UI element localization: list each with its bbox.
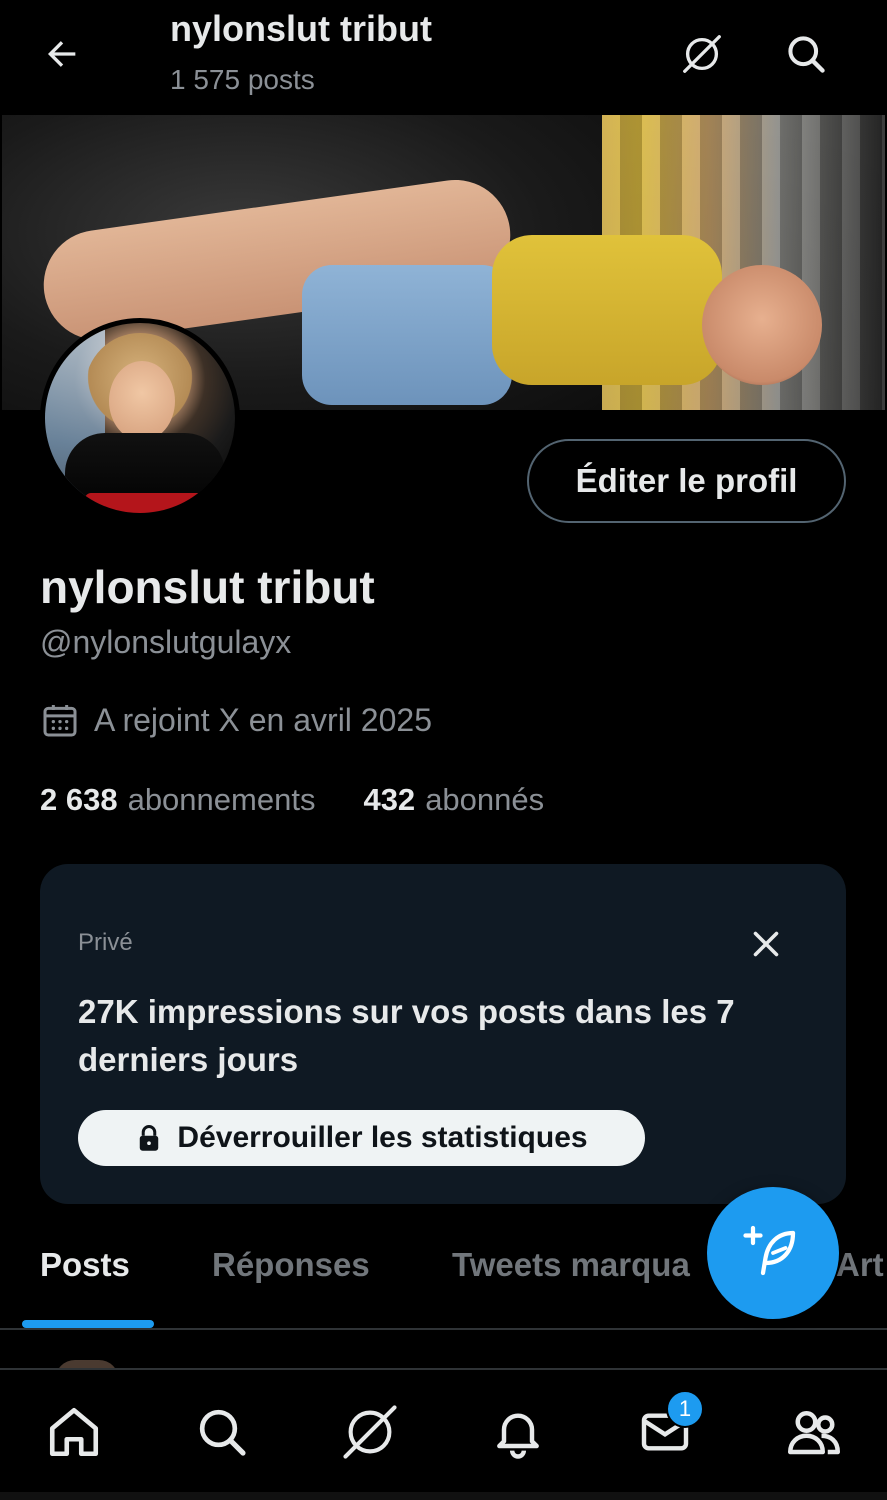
private-stats-card: Privé 27K impressions sur vos posts dans… xyxy=(40,864,846,1204)
followers-count: 432 xyxy=(363,782,416,817)
stats-card-close-button[interactable] xyxy=(740,918,792,970)
nav-grok[interactable] xyxy=(338,1400,402,1464)
nav-communities[interactable] xyxy=(782,1400,846,1464)
header-title: nylonslut tribut xyxy=(170,8,432,49)
avatar-photo-face xyxy=(109,361,175,441)
feed-preview xyxy=(0,1332,887,1380)
join-date-text: A rejoint X en avril 2025 xyxy=(94,701,432,738)
tab-articles[interactable]: Art xyxy=(836,1246,884,1284)
header-post-count: 1 575 posts xyxy=(170,64,315,95)
unlock-stats-label: Déverrouiller les statistiques xyxy=(177,1121,588,1154)
following-label: abonnements xyxy=(127,782,316,817)
home-icon xyxy=(49,1407,99,1457)
following-count: 2 638 xyxy=(40,782,118,817)
grok-button[interactable] xyxy=(676,28,728,80)
handle: @nylonslutgulayx xyxy=(40,624,292,660)
back-button[interactable] xyxy=(38,30,86,78)
nav-notifications[interactable] xyxy=(486,1400,550,1464)
grok-icon xyxy=(343,1405,397,1459)
stats-card-label: Privé xyxy=(78,929,133,956)
avatar[interactable] xyxy=(40,318,240,518)
followers-label: abonnés xyxy=(425,782,545,817)
join-date: A rejoint X en avril 2025 xyxy=(40,700,432,740)
banner-photo-figure-shirt xyxy=(492,235,722,385)
avatar-photo-belt xyxy=(85,493,205,513)
banner-photo-figure-skirt xyxy=(302,265,512,405)
compose-post-button[interactable] xyxy=(707,1187,839,1319)
bell-icon xyxy=(497,1413,539,1459)
search-icon xyxy=(788,36,825,73)
tab-highlights[interactable]: Tweets marqua xyxy=(452,1246,690,1284)
search-button[interactable] xyxy=(780,28,832,80)
bottom-navigation: 1 xyxy=(0,1368,887,1500)
close-icon xyxy=(753,931,779,957)
follow-stats: 2 638 abonnements 432 abonnés xyxy=(40,782,544,818)
grok-icon xyxy=(683,35,721,73)
calendar-icon xyxy=(43,705,77,737)
system-gesture-bar xyxy=(0,1492,887,1500)
following-link[interactable]: 2 638 abonnements xyxy=(40,782,315,818)
messages-badge: 1 xyxy=(666,1390,704,1428)
display-name: nylonslut tribut xyxy=(40,561,375,613)
arrow-left-icon xyxy=(48,41,76,67)
nav-search[interactable] xyxy=(190,1400,254,1464)
communities-icon xyxy=(788,1411,840,1455)
impressions-text: 27K impressions sur vos posts dans les 7… xyxy=(78,993,735,1078)
lock-icon xyxy=(140,1124,159,1151)
unlock-stats-button[interactable]: Déverrouiller les statistiques xyxy=(78,1110,645,1166)
active-tab-indicator xyxy=(22,1320,154,1328)
search-icon xyxy=(199,1409,246,1456)
compose-feather-icon xyxy=(743,1225,796,1276)
nav-home[interactable] xyxy=(42,1400,106,1464)
edit-profile-button[interactable]: Éditer le profil xyxy=(527,439,846,523)
tab-replies[interactable]: Réponses xyxy=(212,1246,370,1284)
followers-link[interactable]: 432 abonnés xyxy=(363,782,544,818)
banner-photo-figure-head xyxy=(702,265,822,385)
top-bar: nylonslut tribut 1 575 posts xyxy=(0,0,887,115)
tab-posts[interactable]: Posts xyxy=(40,1246,130,1284)
